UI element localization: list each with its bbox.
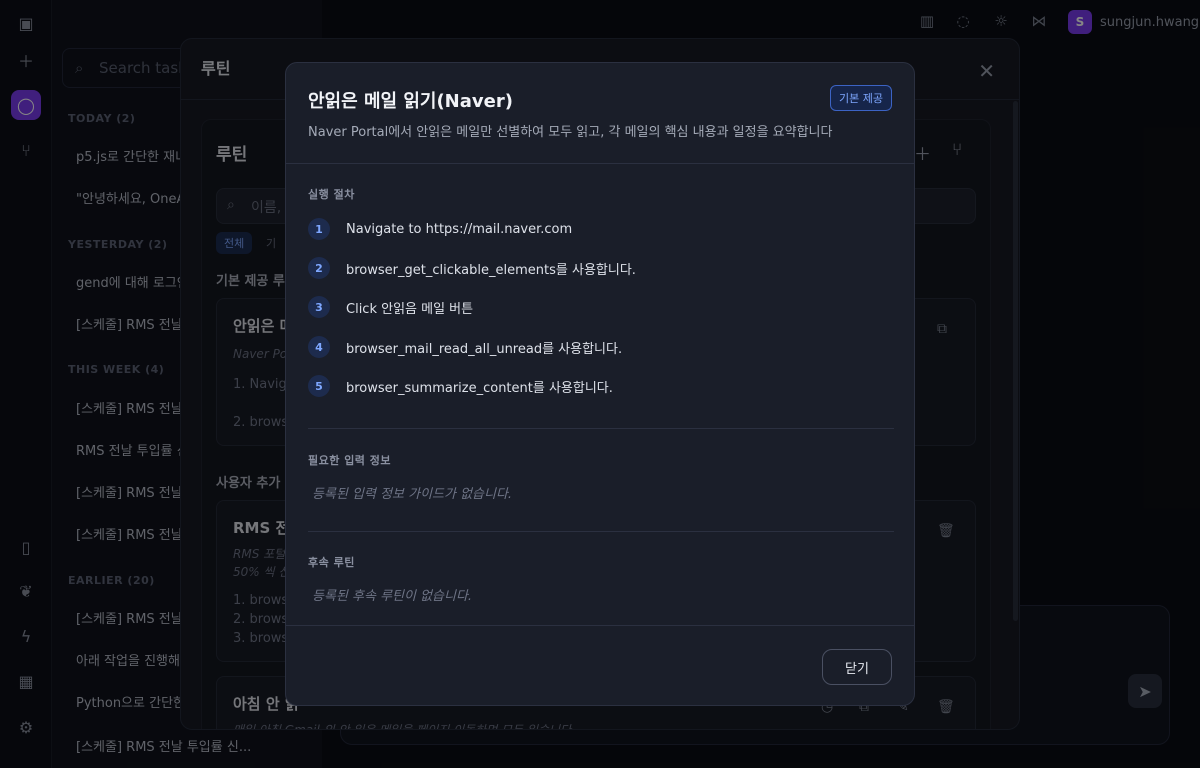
followup-label: 후속 루틴 [308,556,355,569]
detail-title: 안읽은 메일 읽기(Naver) [308,91,513,112]
followup-empty-text: 등록된 후속 루틴이 없습니다. [312,589,473,604]
close-button[interactable]: 닫기 [822,649,892,685]
detail-description: Naver Portal에서 안읽은 메일만 선별하여 모두 읽고, 각 메일의… [308,125,833,140]
step-text: Navigate to https://mail.naver.com [346,221,573,237]
step-number: 3 [308,296,330,318]
step-text: browser_mail_read_all_unread를 사용합니다. [346,341,623,357]
step-text: Click 안읽음 메일 버튼 [346,301,474,317]
routine-detail-modal: 안읽은 메일 읽기(Naver) 기본 제공 Naver Portal에서 안읽… [285,62,915,706]
step-number: 4 [308,336,330,358]
step-item: 4 browser_mail_read_all_unread를 사용합니다. [308,336,622,358]
step-item: 1 Navigate to https://mail.naver.com [308,218,572,240]
step-item: 5 browser_summarize_content를 사용합니다. [308,375,613,397]
builtin-badge: 기본 제공 [830,85,892,111]
inputs-empty-text: 등록된 입력 정보 가이드가 없습니다. [312,487,513,502]
inputs-label: 필요한 입력 정보 [308,454,391,467]
divider [286,625,914,626]
step-item: 2 browser_get_clickable_elements를 사용합니다. [308,257,636,279]
steps-label: 실행 절차 [308,188,355,201]
step-text: browser_get_clickable_elements를 사용합니다. [346,262,636,278]
step-number: 1 [308,218,330,240]
divider [308,428,894,429]
step-number: 5 [308,375,330,397]
step-text: browser_summarize_content를 사용합니다. [346,380,613,396]
divider [308,531,894,532]
step-item: 3 Click 안읽음 메일 버튼 [308,296,473,318]
divider [286,163,914,164]
step-number: 2 [308,257,330,279]
